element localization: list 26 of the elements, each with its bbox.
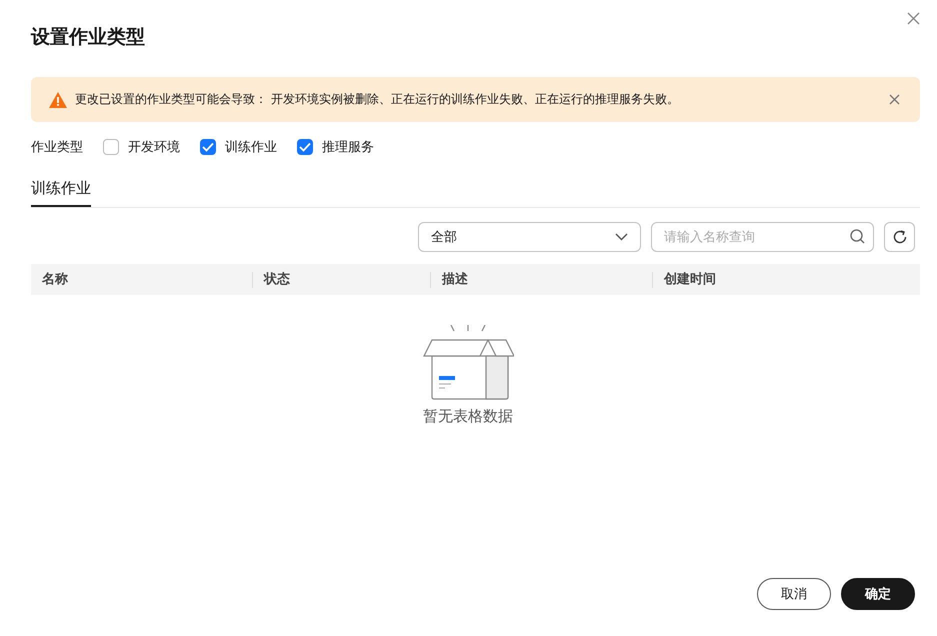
job-type-label: 作业类型 xyxy=(31,139,83,156)
dialog-title: 设置作业类型 xyxy=(31,25,145,50)
checkbox-label: 训练作业 xyxy=(225,139,277,156)
checkbox[interactable] xyxy=(297,139,313,155)
warning-message: 更改已设置的作业类型可能会导致： 开发环境实例被删除、正在运行的训练作业失败、正在运行的推理服务失败。 xyxy=(75,91,680,108)
checkbox-label: 推理服务 xyxy=(322,139,374,156)
column-header: 名称 xyxy=(40,272,69,288)
checkbox-label: 开发环境 xyxy=(128,139,180,156)
refresh-button[interactable] xyxy=(884,222,915,252)
search-icon xyxy=(850,229,865,244)
column-header: 状态 xyxy=(252,272,430,288)
refresh-icon xyxy=(892,229,908,245)
column-header: 创建时间 xyxy=(652,272,920,288)
search-field[interactable]: 请输入名称查询 xyxy=(651,222,874,252)
warning-icon xyxy=(49,92,67,108)
column-header: 描述 xyxy=(430,272,652,288)
tab[interactable]: 训练作业 xyxy=(31,179,91,207)
status-dropdown[interactable]: 全部 xyxy=(418,222,641,252)
close-icon[interactable] xyxy=(889,94,900,105)
chevron-down-icon xyxy=(615,233,628,241)
confirm-button[interactable]: 确定 xyxy=(841,578,915,610)
empty-message: 暂无表格数据 xyxy=(423,407,513,426)
checkbox[interactable] xyxy=(103,139,119,155)
checkbox[interactable] xyxy=(200,139,216,155)
cancel-button[interactable]: 取消 xyxy=(757,578,831,610)
close-icon[interactable] xyxy=(907,12,920,25)
